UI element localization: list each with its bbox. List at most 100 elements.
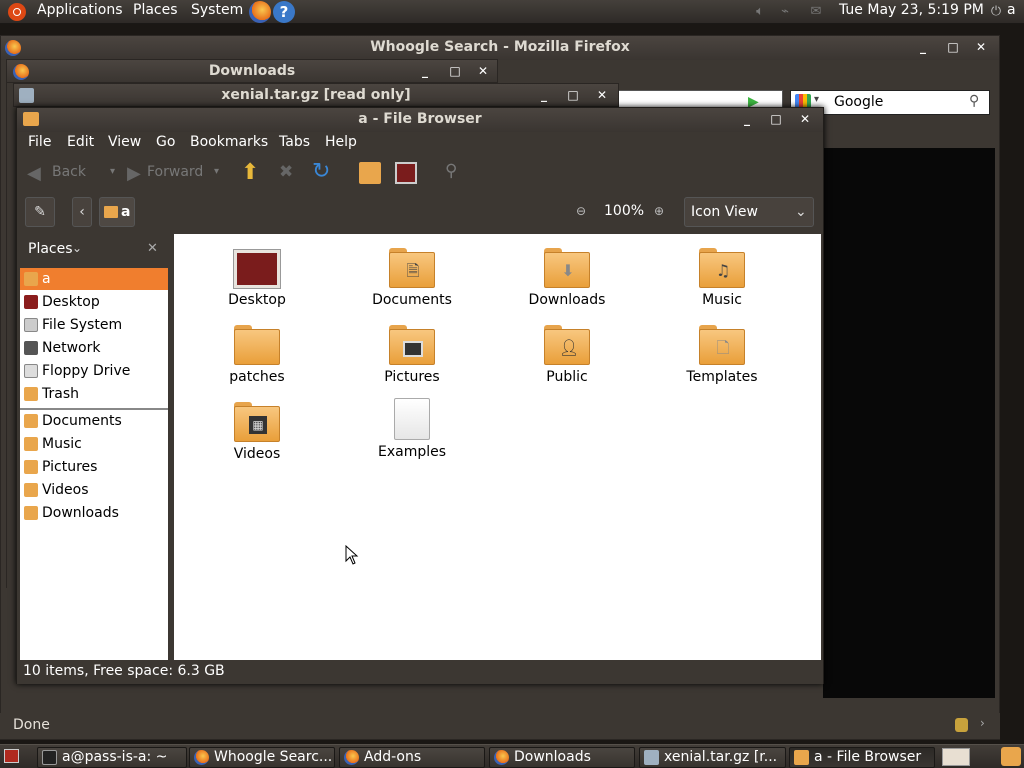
icon-view[interactable]: Desktop 🗎 Documents ⬇ Downloads ♫ Music …	[174, 234, 821, 660]
task-downloads[interactable]: Downloads	[489, 747, 635, 768]
item-patches[interactable]: patches	[197, 325, 317, 385]
places-menu[interactable]: Places	[133, 2, 178, 18]
volume-icon[interactable]: 🔈︎	[752, 4, 768, 20]
item-videos[interactable]: ▦ Videos	[197, 402, 317, 462]
sidebar-item-music[interactable]: Music	[20, 433, 168, 455]
task-file-browser[interactable]: a - File Browser	[789, 747, 935, 768]
forward-button[interactable]: Forward	[147, 164, 203, 180]
help-icon[interactable]: ?	[273, 1, 295, 23]
minimize-button[interactable]: _	[536, 87, 552, 103]
back-arrow-icon[interactable]: ◀	[27, 163, 41, 184]
task-terminal[interactable]: a@pass-is-a: ~	[37, 747, 187, 768]
close-button[interactable]: ✕	[797, 111, 813, 127]
network-disconnected-icon[interactable]: ⌁	[777, 4, 793, 20]
folder-templates-icon: 🗋	[699, 325, 745, 365]
menu-edit[interactable]: Edit	[67, 134, 94, 150]
sidebar-item-network[interactable]: Network	[20, 337, 168, 359]
reload-icon[interactable]: ↻	[312, 159, 330, 184]
back-button[interactable]: Back	[52, 164, 86, 180]
sidebar-item-desktop[interactable]: Desktop	[20, 291, 168, 313]
chevron-down-icon[interactable]: ▾	[110, 166, 115, 177]
close-button[interactable]: ✕	[973, 39, 989, 55]
menu-go[interactable]: Go	[156, 134, 175, 150]
minimize-button[interactable]: _	[915, 39, 931, 55]
menu-tabs[interactable]: Tabs	[279, 134, 310, 150]
search-icon[interactable]: ⚲	[969, 93, 979, 109]
item-pictures[interactable]: Pictures	[352, 325, 472, 385]
up-arrow-icon[interactable]: ⬆	[241, 160, 259, 185]
item-templates[interactable]: 🗋 Templates	[662, 325, 782, 385]
chevron-down-icon[interactable]: ▾	[214, 166, 219, 177]
system-menu[interactable]: System	[191, 2, 243, 18]
sidebar-item-floppy-drive[interactable]: Floppy Drive	[20, 360, 168, 382]
item-examples[interactable]: Examples	[352, 398, 472, 460]
stop-icon[interactable]: ✖	[279, 162, 293, 182]
show-desktop-icon[interactable]	[4, 749, 19, 763]
menu-help[interactable]: Help	[325, 134, 357, 150]
item-downloads[interactable]: ⬇ Downloads	[507, 248, 627, 308]
view-mode-select[interactable]: Icon View ⌄	[684, 197, 814, 227]
firefox-icon	[13, 64, 29, 80]
sidebar-item-home[interactable]: a	[20, 268, 168, 290]
sidebar-item-pictures[interactable]: Pictures	[20, 456, 168, 478]
firefox-titlebar[interactable]: Whoogle Search - Mozilla Firefox _ □ ✕	[1, 36, 999, 60]
places-selector[interactable]: Places	[28, 241, 73, 257]
menu-view[interactable]: View	[108, 134, 141, 150]
minimize-button[interactable]: _	[417, 63, 433, 79]
menu-file[interactable]: File	[28, 134, 51, 150]
bottom-panel: a@pass-is-a: ~ Whoogle Searc... Add-ons …	[0, 744, 1024, 768]
workspace-switcher[interactable]	[942, 748, 970, 766]
folder-videos-icon: ▦	[234, 402, 280, 442]
item-desktop[interactable]: Desktop	[197, 250, 317, 308]
home-folder-icon[interactable]	[359, 162, 381, 184]
power-icon[interactable]: ⏻	[988, 4, 1004, 20]
maximize-button[interactable]: □	[768, 111, 784, 127]
computer-icon[interactable]	[395, 162, 417, 184]
menu-bookmarks[interactable]: Bookmarks	[190, 134, 268, 150]
edit-location-button[interactable]: ✎	[25, 197, 55, 227]
sidebar-item-downloads[interactable]: Downloads	[20, 502, 168, 524]
clock[interactable]: Tue May 23, 5:19 PM	[839, 2, 984, 18]
archive-icon	[644, 750, 659, 765]
maximize-button[interactable]: □	[945, 39, 961, 55]
close-button[interactable]: ✕	[475, 63, 491, 79]
folder-icon	[24, 437, 38, 451]
firefox-page-content[interactable]	[823, 148, 995, 698]
applications-menu[interactable]: Applications	[37, 2, 123, 18]
close-button[interactable]: ✕	[594, 87, 610, 103]
mail-icon[interactable]: ✉	[808, 4, 824, 20]
path-button-home[interactable]: a	[99, 197, 135, 227]
item-documents[interactable]: 🗎 Documents	[352, 248, 472, 308]
scroll-right-icon[interactable]: ›	[980, 711, 985, 736]
task-whoogle[interactable]: Whoogle Searc...	[189, 747, 335, 768]
maximize-button[interactable]: □	[447, 63, 463, 79]
file-browser-titlebar[interactable]: a - File Browser _ □ ✕	[17, 108, 823, 132]
sidebar-item-documents[interactable]: Documents	[20, 410, 168, 432]
downloads-titlebar[interactable]: Downloads _ □ ✕	[6, 59, 498, 83]
firefox-launcher-icon[interactable]	[249, 1, 271, 23]
chevron-down-icon[interactable]: ⌄	[72, 241, 82, 255]
task-archive[interactable]: xenial.tar.gz [r...	[639, 747, 786, 768]
item-music[interactable]: ♫ Music	[662, 248, 782, 308]
minimize-button[interactable]: _	[739, 111, 755, 127]
folder-pictures-icon	[389, 325, 435, 365]
user-name[interactable]: a	[1007, 2, 1016, 18]
forward-arrow-icon[interactable]: ▶	[127, 163, 141, 184]
sidebar-item-trash[interactable]: Trash	[20, 383, 168, 405]
lock-icon[interactable]	[955, 718, 968, 732]
search-icon[interactable]: ⚲	[445, 161, 457, 181]
close-sidebar-icon[interactable]: ✕	[147, 241, 158, 256]
sidebar-item-file-system[interactable]: File System	[20, 314, 168, 336]
path-left-button[interactable]: ‹	[72, 197, 92, 227]
archive-icon	[19, 88, 34, 103]
zoom-out-icon[interactable]: ⊖	[576, 204, 586, 218]
sidebar-item-videos[interactable]: Videos	[20, 479, 168, 501]
ubuntu-logo-icon[interactable]	[8, 3, 26, 21]
chevron-down-icon[interactable]: ▾	[814, 94, 819, 105]
maximize-button[interactable]: □	[565, 87, 581, 103]
archive-titlebar[interactable]: xenial.tar.gz [read only] _ □ ✕	[13, 83, 619, 107]
item-public[interactable]: 👤︎ Public	[507, 325, 627, 385]
zoom-in-icon[interactable]: ⊕	[654, 204, 664, 218]
trash-icon[interactable]	[1001, 747, 1021, 766]
task-add-ons[interactable]: Add-ons	[339, 747, 485, 768]
